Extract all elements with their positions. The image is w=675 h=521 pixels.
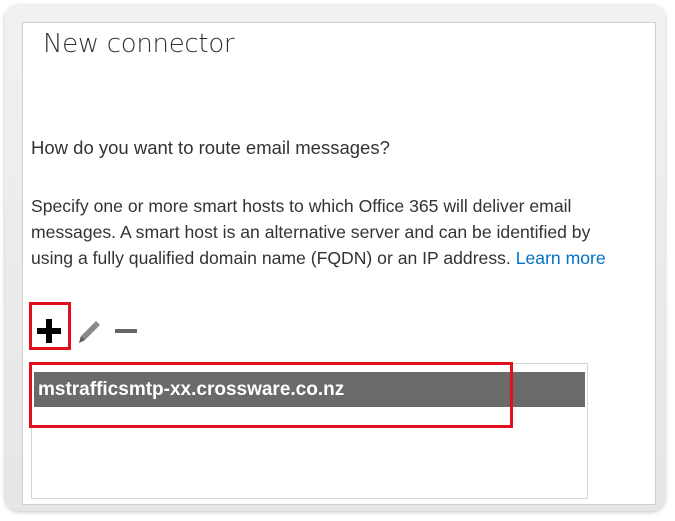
description-body: Specify one or more smart hosts to which… [31, 196, 591, 268]
remove-button[interactable] [111, 316, 141, 346]
host-row-highlight [29, 362, 513, 428]
description-text: Specify one or more smart hosts to which… [31, 193, 616, 271]
add-button-highlight [29, 302, 71, 350]
pencil-icon [79, 321, 100, 343]
minus-icon [115, 329, 137, 333]
route-question: How do you want to route email messages? [31, 137, 390, 158]
edit-button[interactable] [73, 316, 103, 346]
learn-more-link[interactable]: Learn more [516, 248, 606, 268]
screenshot-frame: New connector How do you want to route e… [5, 5, 665, 511]
page-title: New connector [43, 29, 235, 59]
new-connector-panel: New connector How do you want to route e… [22, 22, 656, 505]
